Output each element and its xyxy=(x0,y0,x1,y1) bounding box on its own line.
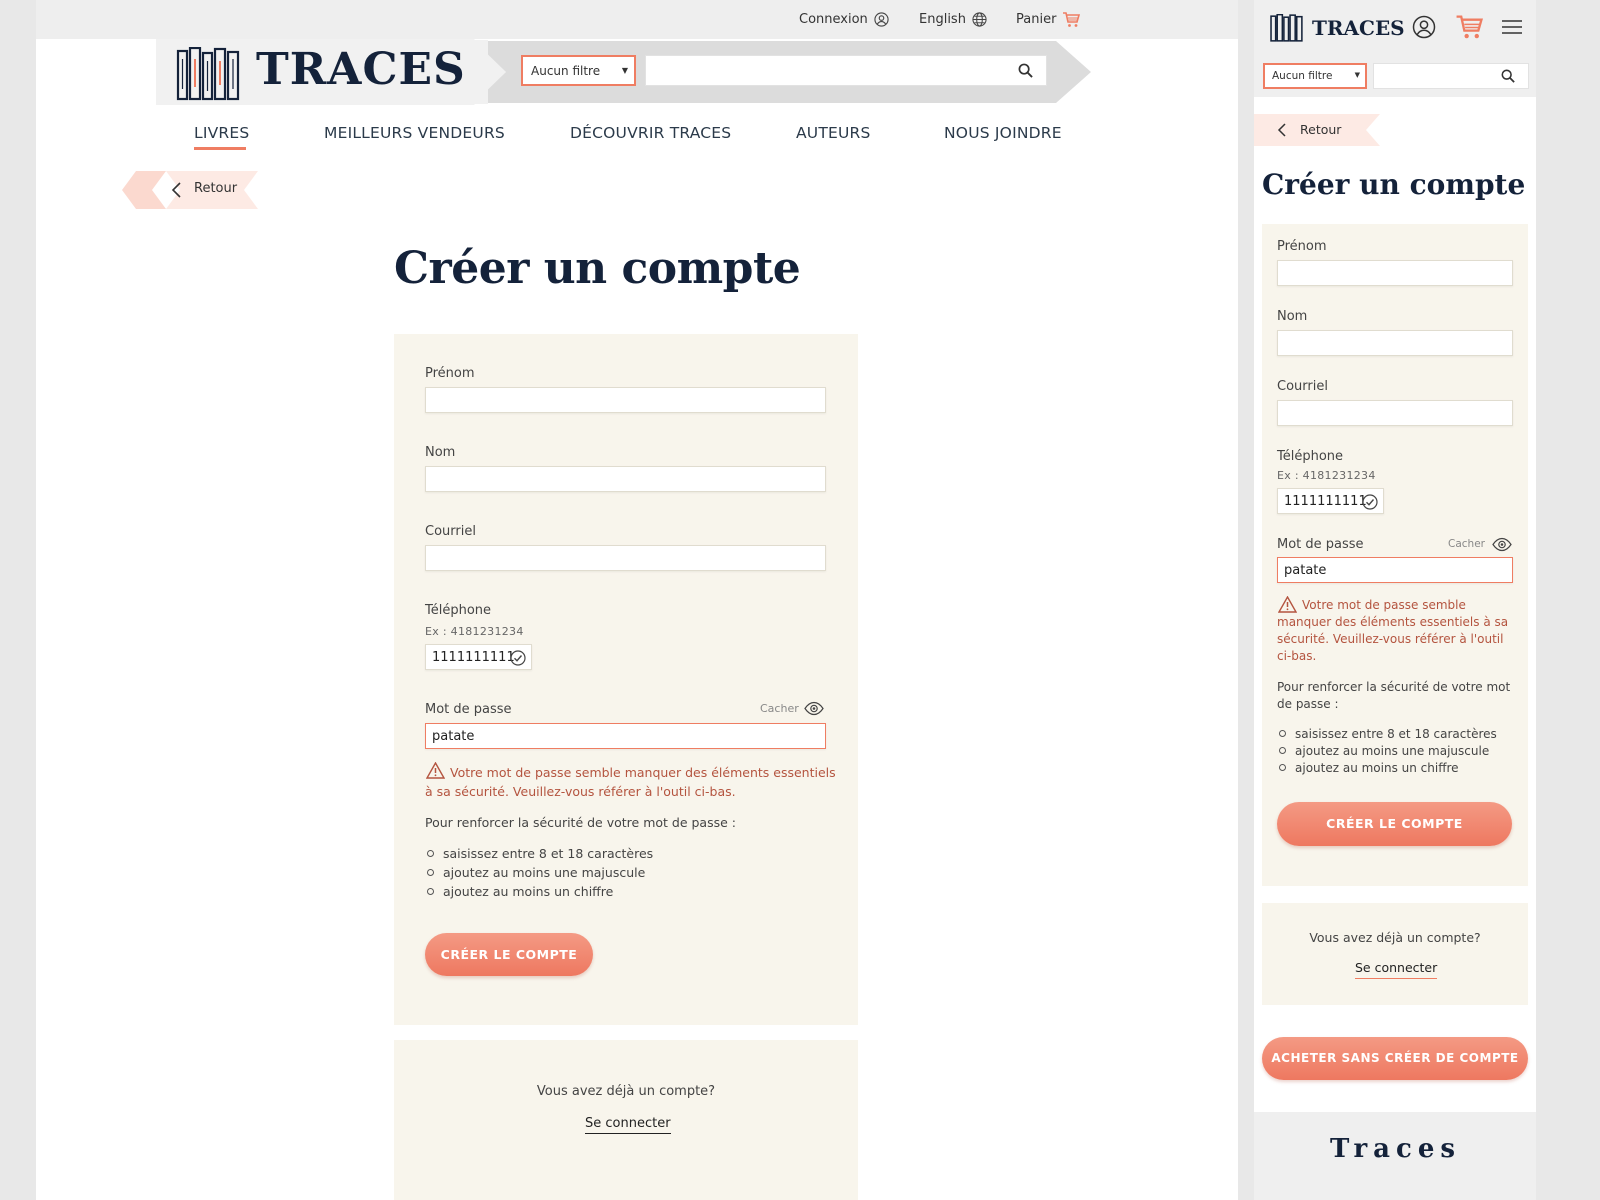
books-logo-icon xyxy=(1270,14,1303,42)
search-filter-value: Aucun filtre xyxy=(1272,70,1333,82)
check-circle-icon xyxy=(510,650,526,666)
password-field[interactable]: patate xyxy=(425,723,826,749)
desktop-view: Connexion English Panier TRACES Aucun fi… xyxy=(36,0,1238,1200)
password-tips-intro: Pour renforcer la sécurité de votre mot … xyxy=(425,815,736,830)
password-error-line: Votre mot de passe semble xyxy=(1302,598,1466,612)
password-tip: saisissez entre 8 et 18 caractères xyxy=(1279,727,1497,741)
phone-field[interactable]: 1111111111 xyxy=(1277,488,1384,514)
first-name-label: Prénom xyxy=(425,366,475,381)
eye-icon[interactable] xyxy=(1492,537,1512,552)
cart-icon xyxy=(1063,11,1081,27)
nav-item-auteurs[interactable]: AUTEURS xyxy=(796,124,871,142)
footer-logo[interactable]: Traces xyxy=(1330,1134,1461,1164)
password-error-line: sécurité. Veuillez-vous référer à l'outi… xyxy=(1277,632,1504,646)
warning-icon xyxy=(1278,596,1297,613)
nav-item-livres[interactable]: LIVRES xyxy=(194,124,249,142)
first-name-field[interactable] xyxy=(1277,260,1513,286)
back-label[interactable]: Retour xyxy=(194,181,237,196)
globe-icon xyxy=(972,12,987,27)
search-filter-select[interactable]: Aucun filtre ▼ xyxy=(521,55,636,86)
login-link-button[interactable]: Se connecter xyxy=(585,1116,671,1134)
user-icon[interactable] xyxy=(1412,15,1436,39)
language-link[interactable]: English xyxy=(919,0,987,39)
last-name-label: Nom xyxy=(425,445,456,460)
password-tip: saisissez entre 8 et 18 caractères xyxy=(427,846,653,861)
password-label: Mot de passe xyxy=(1277,537,1364,552)
password-toggle-label[interactable]: Cacher xyxy=(760,702,799,715)
search-filter-select[interactable]: Aucun filtre ▼ xyxy=(1263,63,1367,89)
email-field[interactable] xyxy=(1277,400,1513,426)
books-logo-icon xyxy=(176,47,240,101)
password-tips-intro: de passe : xyxy=(1277,697,1339,711)
email-label: Courriel xyxy=(1277,379,1328,394)
password-tip: ajoutez au moins une majuscule xyxy=(427,865,645,880)
search-icon[interactable] xyxy=(1501,69,1515,83)
back-label[interactable]: Retour xyxy=(1300,122,1341,137)
existing-account-card xyxy=(1262,903,1528,1005)
search-icon[interactable] xyxy=(1018,63,1033,78)
search-filter-value: Aucun filtre xyxy=(531,64,601,78)
existing-account-question: Vous avez déjà un compte? xyxy=(1309,930,1481,945)
warning-icon xyxy=(426,762,445,779)
existing-account-question: Vous avez déjà un compte? xyxy=(536,1084,716,1099)
phone-field[interactable]: 1111111111 xyxy=(425,644,532,670)
brand-wordmark[interactable]: TRACES xyxy=(1312,16,1405,40)
first-name-label: Prénom xyxy=(1277,239,1327,254)
caret-down-icon: ▼ xyxy=(1354,71,1360,79)
phone-label: Téléphone xyxy=(425,603,492,618)
cart-label: Panier xyxy=(1016,12,1057,27)
search-input[interactable] xyxy=(645,55,1047,86)
password-value: patate xyxy=(432,729,475,744)
back-button[interactable] xyxy=(122,171,258,209)
page-title: Créer un compte xyxy=(394,243,801,294)
last-name-field[interactable] xyxy=(425,466,826,492)
email-field[interactable] xyxy=(425,545,826,571)
nav-item-decouvrir-traces[interactable]: DÉCOUVRIR TRACES xyxy=(570,124,731,142)
password-label: Mot de passe xyxy=(425,702,512,717)
phone-value: 1111111111 xyxy=(1284,494,1367,509)
first-name-field[interactable] xyxy=(425,387,826,413)
last-name-field[interactable] xyxy=(1277,330,1513,356)
create-account-button[interactable]: CRÉER LE COMPTE xyxy=(425,933,593,976)
mobile-view: TRACES Aucun filtre ▼ Retour Créer un co… xyxy=(1254,0,1536,1200)
login-link[interactable]: Connexion xyxy=(799,0,889,39)
phone-label: Téléphone xyxy=(1277,449,1344,464)
password-field[interactable]: patate xyxy=(1277,557,1513,583)
password-tip: ajoutez au moins un chiffre xyxy=(427,884,613,899)
password-value: patate xyxy=(1284,563,1327,578)
eye-icon[interactable] xyxy=(804,701,824,716)
phone-hint: Ex : 4181231234 xyxy=(1277,469,1376,482)
password-error-line2: à sa sécurité. Veuillez-vous référer à l… xyxy=(425,784,736,799)
password-error-line: ci-bas. xyxy=(1277,649,1317,663)
language-label: English xyxy=(919,12,966,27)
last-name-label: Nom xyxy=(1277,309,1308,324)
email-label: Courriel xyxy=(425,524,476,539)
nav-item-nous-joindre[interactable]: NOUS JOINDRE xyxy=(944,124,1062,142)
password-tip: ajoutez au moins une majuscule xyxy=(1279,744,1489,758)
phone-hint: Ex : 4181231234 xyxy=(425,625,524,638)
cart-link[interactable]: Panier xyxy=(1016,0,1081,39)
nav-item-meilleurs-vendeurs[interactable]: MEILLEURS VENDEURS xyxy=(324,124,505,142)
brand-wordmark: TRACES xyxy=(256,44,466,95)
caret-down-icon: ▼ xyxy=(621,66,628,75)
page-title: Créer un compte xyxy=(1262,168,1526,201)
check-circle-icon xyxy=(1362,494,1378,510)
login-label: Connexion xyxy=(799,12,868,27)
password-toggle-label[interactable]: Cacher xyxy=(1448,538,1485,550)
password-tip: ajoutez au moins un chiffre xyxy=(1279,761,1459,775)
menu-icon[interactable] xyxy=(1502,19,1522,35)
password-tips-intro: Pour renforcer la sécurité de votre mot xyxy=(1277,680,1511,694)
user-icon xyxy=(874,12,889,27)
signup-form-card xyxy=(394,334,858,1025)
cart-icon[interactable] xyxy=(1455,15,1483,40)
password-error-line1: Votre mot de passe semble manquer des él… xyxy=(450,765,836,780)
guest-checkout-button[interactable]: ACHETER SANS CRÉER DE COMPTE xyxy=(1262,1037,1528,1080)
password-error-line: manquer des éléments essentiels à sa xyxy=(1277,615,1509,629)
create-account-button[interactable]: CRÉER LE COMPTE xyxy=(1277,802,1512,846)
nav-active-indicator xyxy=(194,147,246,150)
phone-value: 1111111111 xyxy=(432,650,515,665)
login-link-button[interactable]: Se connecter xyxy=(1355,960,1438,979)
